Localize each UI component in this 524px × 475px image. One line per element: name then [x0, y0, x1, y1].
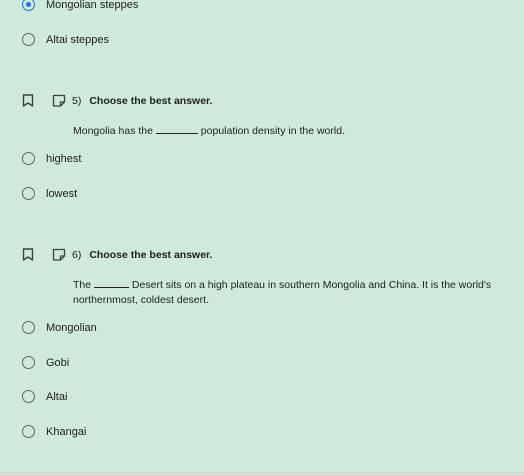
q6-header: 6) Choose the best answer. — [22, 248, 212, 261]
note-icon[interactable] — [52, 248, 66, 261]
q6-option-gobi[interactable]: Gobi — [22, 356, 69, 369]
question-instruction: Choose the best answer. — [89, 94, 213, 107]
q6-option-altai[interactable]: Altai — [22, 390, 67, 403]
question-number: 6) — [72, 248, 82, 261]
radio-icon[interactable] — [22, 425, 35, 438]
radio-icon[interactable] — [22, 390, 35, 403]
radio-selected-icon[interactable] — [22, 0, 35, 11]
option-label: Khangai — [46, 425, 87, 438]
bookmark-icon[interactable] — [22, 248, 34, 261]
q4-option-altai-steppes[interactable]: Altai steppes — [22, 33, 109, 46]
question-number: 5) — [72, 94, 82, 107]
option-label: Mongolian steppes — [46, 0, 139, 11]
q6-option-khangai[interactable]: Khangai — [22, 425, 86, 438]
q6-question-text: The Desert sits on a high plateau in sou… — [73, 278, 492, 306]
option-label: Mongolian — [46, 321, 97, 334]
radio-icon[interactable] — [22, 187, 35, 200]
radio-icon[interactable] — [22, 152, 35, 165]
radio-icon[interactable] — [22, 321, 35, 334]
note-icon[interactable] — [52, 94, 66, 107]
radio-icon[interactable] — [22, 33, 35, 46]
q5-option-highest[interactable]: highest — [22, 152, 81, 165]
q6-option-mongolian[interactable]: Mongolian — [22, 321, 97, 334]
option-label: Altai — [46, 390, 68, 403]
q5-option-lowest[interactable]: lowest — [22, 187, 77, 200]
option-label: Altai steppes — [46, 33, 109, 46]
option-label: Gobi — [46, 356, 70, 369]
bookmark-icon[interactable] — [22, 94, 34, 107]
bottom-divider — [0, 472, 524, 473]
option-label: lowest — [46, 187, 78, 200]
q5-question-text: Mongolia has the population density in t… — [73, 124, 345, 137]
q5-header: 5) Choose the best answer. — [22, 94, 212, 107]
q4-option-mongolian-steppes[interactable]: Mongolian steppes — [22, 0, 138, 11]
question-instruction: Choose the best answer. — [89, 248, 213, 261]
answer-blank — [155, 124, 198, 134]
radio-icon[interactable] — [22, 356, 35, 369]
answer-blank — [94, 278, 130, 288]
option-label: highest — [46, 152, 82, 165]
